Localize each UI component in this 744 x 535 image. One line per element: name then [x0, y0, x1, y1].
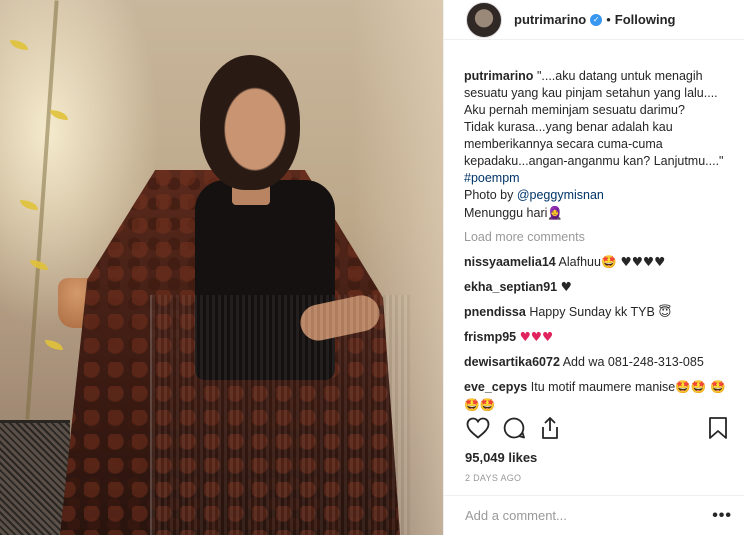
header-username[interactable]: putrimarino — [514, 12, 586, 27]
comment-composer: Add a comment... ••• — [444, 495, 744, 535]
comment-emoji: 🤩 ♥♥♥♥ — [600, 254, 666, 269]
comment-emoji: ♥♥♥ — [519, 329, 554, 344]
more-options-icon[interactable]: ••• — [712, 507, 732, 525]
comment-text: Itu motif maumere manise — [530, 380, 676, 394]
post-timestamp: 2 DAYS AGO — [465, 473, 522, 483]
glass-reflection — [150, 295, 410, 535]
heart-icon[interactable] — [464, 415, 492, 441]
photo-credit-prefix: Photo by — [464, 188, 514, 202]
comment-emoji: ♥ — [560, 279, 572, 294]
avatar[interactable] — [466, 1, 502, 38]
bookmark-icon[interactable] — [704, 415, 732, 441]
chair — [0, 420, 70, 535]
comment-item: pnendissa Happy Sunday kk TYB 😇 — [464, 303, 732, 321]
photo-credit-link[interactable]: @peggymisnan — [517, 188, 604, 202]
hashtag-link[interactable]: #poempm — [464, 171, 520, 185]
woman-head — [200, 55, 300, 190]
post-header: putrimarino ✓ • Following — [444, 0, 744, 40]
comment-emoji: 😇 — [658, 304, 672, 319]
comment-text: Add wa 081-248-313-085 — [562, 355, 704, 369]
likes-count[interactable]: 95,049 likes — [465, 450, 537, 465]
post-photo[interactable] — [0, 0, 443, 535]
comments-list[interactable]: putrimarino "....aku datang untuk menagi… — [464, 68, 732, 411]
comment-item: frismp95 ♥♥♥ — [464, 328, 732, 346]
add-comment-input[interactable]: Add a comment... — [465, 508, 712, 523]
leaf — [45, 340, 63, 350]
comment-username[interactable]: frismp95 — [464, 330, 516, 344]
caption-emoji: 🧕 — [547, 205, 563, 220]
caption: putrimarino "....aku datang untuk menagi… — [464, 68, 732, 222]
comment-item: nissyaamelia14 Alafhuu🤩 ♥♥♥♥ — [464, 253, 732, 271]
caption-text: "....aku datang untuk menagih sesuatu ya… — [464, 69, 724, 168]
caption-tail: Menunggu hari — [464, 206, 548, 220]
comment-username[interactable]: nissyaamelia14 — [464, 255, 556, 269]
load-more-comments-link[interactable]: Load more comments — [464, 229, 732, 246]
comment-item: ekha_septian91 ♥ — [464, 278, 732, 296]
comment-username[interactable]: pnendissa — [464, 305, 526, 319]
comment-item: eve_cepys Itu motif maumere manise🤩🤩 🤩🤩🤩 — [464, 378, 732, 411]
verified-badge-icon: ✓ — [590, 13, 603, 26]
comment-text: Happy Sunday kk TYB — [529, 305, 655, 319]
caption-username[interactable]: putrimarino — [464, 69, 533, 83]
following-button[interactable]: Following — [615, 12, 676, 27]
comment-username[interactable]: eve_cepys — [464, 380, 527, 394]
comment-icon[interactable] — [500, 415, 528, 441]
post-actions — [464, 414, 732, 442]
post-side-panel: putrimarino ✓ • Following putrimarino ".… — [443, 0, 744, 535]
comment-item: dewisartika6072 Add wa 081-248-313-085 — [464, 353, 732, 371]
comment-username[interactable]: ekha_septian91 — [464, 280, 557, 294]
comment-username[interactable]: dewisartika6072 — [464, 355, 560, 369]
comment-text: Alafhuu — [558, 255, 601, 269]
header-separator: • — [606, 12, 611, 27]
share-icon[interactable] — [536, 415, 564, 441]
